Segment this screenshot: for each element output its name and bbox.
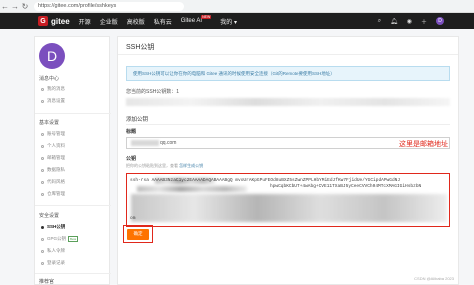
sidebar-item-code-style[interactable]: 代码风格	[41, 179, 65, 185]
nav-open-source[interactable]: 开源	[79, 17, 91, 26]
url-text: https://gitee.com/profile/sshkeys	[38, 3, 117, 9]
sidebar-item-account[interactable]: 账号管理	[41, 131, 65, 137]
bullet-icon	[41, 99, 44, 103]
info-banner: 使用SSH公钥可以让你在你的电脑和 Gitee 通讯的时候使用安全连接（Git的…	[126, 66, 450, 81]
sidebar-item-privacy[interactable]: 数据隐私	[41, 167, 65, 173]
page-title: SSH公钥	[126, 44, 155, 51]
ssh-keys-panel: SSH公钥 使用SSH公钥可以让你在你的电脑和 Gitee 通讯的时候使用安全连…	[117, 36, 459, 285]
redaction-blur	[131, 194, 447, 222]
confirm-button[interactable]: 确定	[127, 228, 149, 240]
reload-icon[interactable]: ↻	[20, 1, 30, 11]
gitee-logo-text: gitee	[51, 16, 70, 26]
public-key-textarea[interactable]: ssh-rsa AAAAB3NzaC1yc2EAAAADAQABAAABgQ m…	[126, 173, 450, 227]
sidebar-section-referrer: 推荐官	[39, 279, 55, 285]
bullet-icon	[41, 87, 44, 91]
sidebar-item-ssh-keys[interactable]: SSH公钥	[41, 224, 65, 230]
sidebar-item-label: 仓库管理	[47, 191, 65, 196]
hint-text: 把你的公钥粘贴到这里，查看	[126, 163, 178, 168]
sidebar-divider	[35, 273, 111, 274]
nav-gitee-ai[interactable]: Gitee AI	[181, 18, 202, 24]
public-key-label: 公钥	[126, 156, 137, 162]
sidebar-item-label: 代码风格	[47, 179, 65, 184]
bullet-icon	[41, 144, 44, 148]
submit-highlight: 确定	[123, 225, 153, 243]
ssh-key-count: 您当前的SSH公钥数：1	[126, 89, 180, 95]
nav-private-cloud[interactable]: 私有云	[154, 17, 172, 26]
sidebar-item-label: 数据隐私	[47, 167, 65, 172]
existing-key-row-redacted	[126, 98, 450, 106]
bullet-icon	[41, 192, 44, 196]
sidebar-section-messages: 消息中心	[39, 76, 60, 82]
sidebar-item-tokens[interactable]: 私人令牌	[41, 248, 65, 254]
title-field-label: 标题	[126, 129, 137, 135]
add-plus-icon[interactable]: ＋	[421, 17, 427, 26]
how-to-generate-link[interactable]: 怎样生成公钥	[179, 163, 203, 168]
sidebar-section-basic: 基本设置	[39, 120, 60, 126]
bullet-icon	[41, 261, 44, 265]
sidebar-item-label: 登录记录	[47, 260, 65, 265]
gitee-logo[interactable]: G gitee	[38, 16, 70, 26]
sidebar-item-label: 私人令牌	[47, 248, 65, 253]
forward-arrow-icon[interactable]: →	[10, 1, 20, 11]
sidebar-item-profile[interactable]: 个人资料	[41, 143, 65, 149]
settings-sidebar: D 消息中心 我的消息 消息设置 基本设置 账号管理 个人资料 邮箱管理 数据隐…	[34, 36, 111, 285]
redacted-email-prefix	[131, 140, 159, 146]
new-badge: NEW	[201, 15, 212, 19]
back-arrow-icon[interactable]: ←	[0, 1, 10, 11]
notification-bell-icon[interactable]: 🔔︎	[390, 18, 398, 25]
sidebar-item-label: SSH公钥	[47, 224, 66, 229]
sidebar-item-label: 个人资料	[47, 143, 65, 148]
sidebar-item-label: 邮箱管理	[47, 155, 65, 160]
profile-avatar[interactable]: D	[39, 43, 65, 69]
beta-badge: Beta	[68, 236, 79, 242]
bullet-icon	[41, 180, 44, 184]
nav-mine-label: 我的	[220, 19, 233, 26]
sidebar-section-security: 安全设置	[39, 213, 60, 219]
public-key-hint: 把你的公钥粘贴到这里，查看 怎样生成公钥	[126, 163, 203, 169]
sidebar-item-label: 账号管理	[47, 131, 65, 136]
search-icon[interactable]: ⌕	[378, 18, 381, 25]
sidebar-divider	[35, 205, 111, 206]
bullet-icon	[41, 168, 44, 172]
title-divider	[118, 54, 458, 55]
pin-icon[interactable]: ◉	[407, 18, 412, 25]
sidebar-item-gpg-keys[interactable]: GPG公钥 Beta	[41, 236, 79, 242]
address-bar[interactable]: https://gitee.com/profile/sshkeys	[34, 1, 184, 11]
key-fragment-2: hpwCqbKCbUT+4wAbg+CVE11TXaBJ5yCeeCVVCh04…	[270, 184, 422, 189]
gitee-logo-icon: G	[38, 16, 48, 26]
bullet-icon	[41, 237, 44, 241]
key-end: om	[130, 216, 136, 221]
sidebar-item-message-settings[interactable]: 消息设置	[41, 98, 65, 104]
red-annotation-text: 这里是邮箱地址	[399, 141, 448, 148]
sidebar-item-my-messages[interactable]: 我的消息	[41, 86, 65, 92]
nav-enterprise[interactable]: 企业版	[100, 17, 118, 26]
add-key-heading: 添加公钥	[126, 117, 149, 123]
public-key-text: ssh-rsa AAAAB3NzaC1yc2EAAAADAQABAAABgQ m…	[130, 178, 446, 221]
sidebar-item-login-history[interactable]: 登录记录	[41, 260, 65, 266]
sidebar-item-repos[interactable]: 仓库管理	[41, 191, 65, 197]
header-actions: ⌕ 🔔︎ ◉ ＋ D	[369, 17, 444, 26]
key-fragment-1: mvoUrAKpGPuFEOd8uBXZ5sZwnZPPLHbYMiEdJfKw…	[235, 178, 401, 183]
sidebar-divider	[35, 113, 111, 114]
site-header: G gitee 开源 企业版 高校版 私有云 Gitee AI NEW 我的 ▾…	[0, 13, 474, 29]
key-prefix: ssh-rsa AAAAB3NzaC1yc2EAAAADAQABAAABgQ	[130, 178, 233, 183]
chevron-down-icon: ▾	[233, 19, 237, 26]
section-divider	[126, 124, 450, 125]
sidebar-item-label: 我的消息	[47, 86, 65, 91]
sidebar-item-label: GPG公钥	[47, 236, 67, 241]
sidebar-item-label: 消息设置	[47, 98, 65, 103]
watermark-text: CSDN @Alibaba 2023	[414, 276, 454, 281]
nav-education[interactable]: 高校版	[127, 17, 145, 26]
title-input-value: qq.com	[160, 140, 177, 146]
nav-mine[interactable]: 我的 ▾	[220, 17, 237, 26]
sidebar-item-email[interactable]: 邮箱管理	[41, 155, 65, 161]
user-avatar[interactable]: D	[436, 17, 444, 25]
bullet-icon	[41, 225, 44, 229]
bullet-icon	[41, 132, 44, 136]
bullet-icon	[41, 249, 44, 253]
browser-toolbar: ← → ↻ https://gitee.com/profile/sshkeys	[0, 0, 474, 13]
bullet-icon	[41, 156, 44, 160]
